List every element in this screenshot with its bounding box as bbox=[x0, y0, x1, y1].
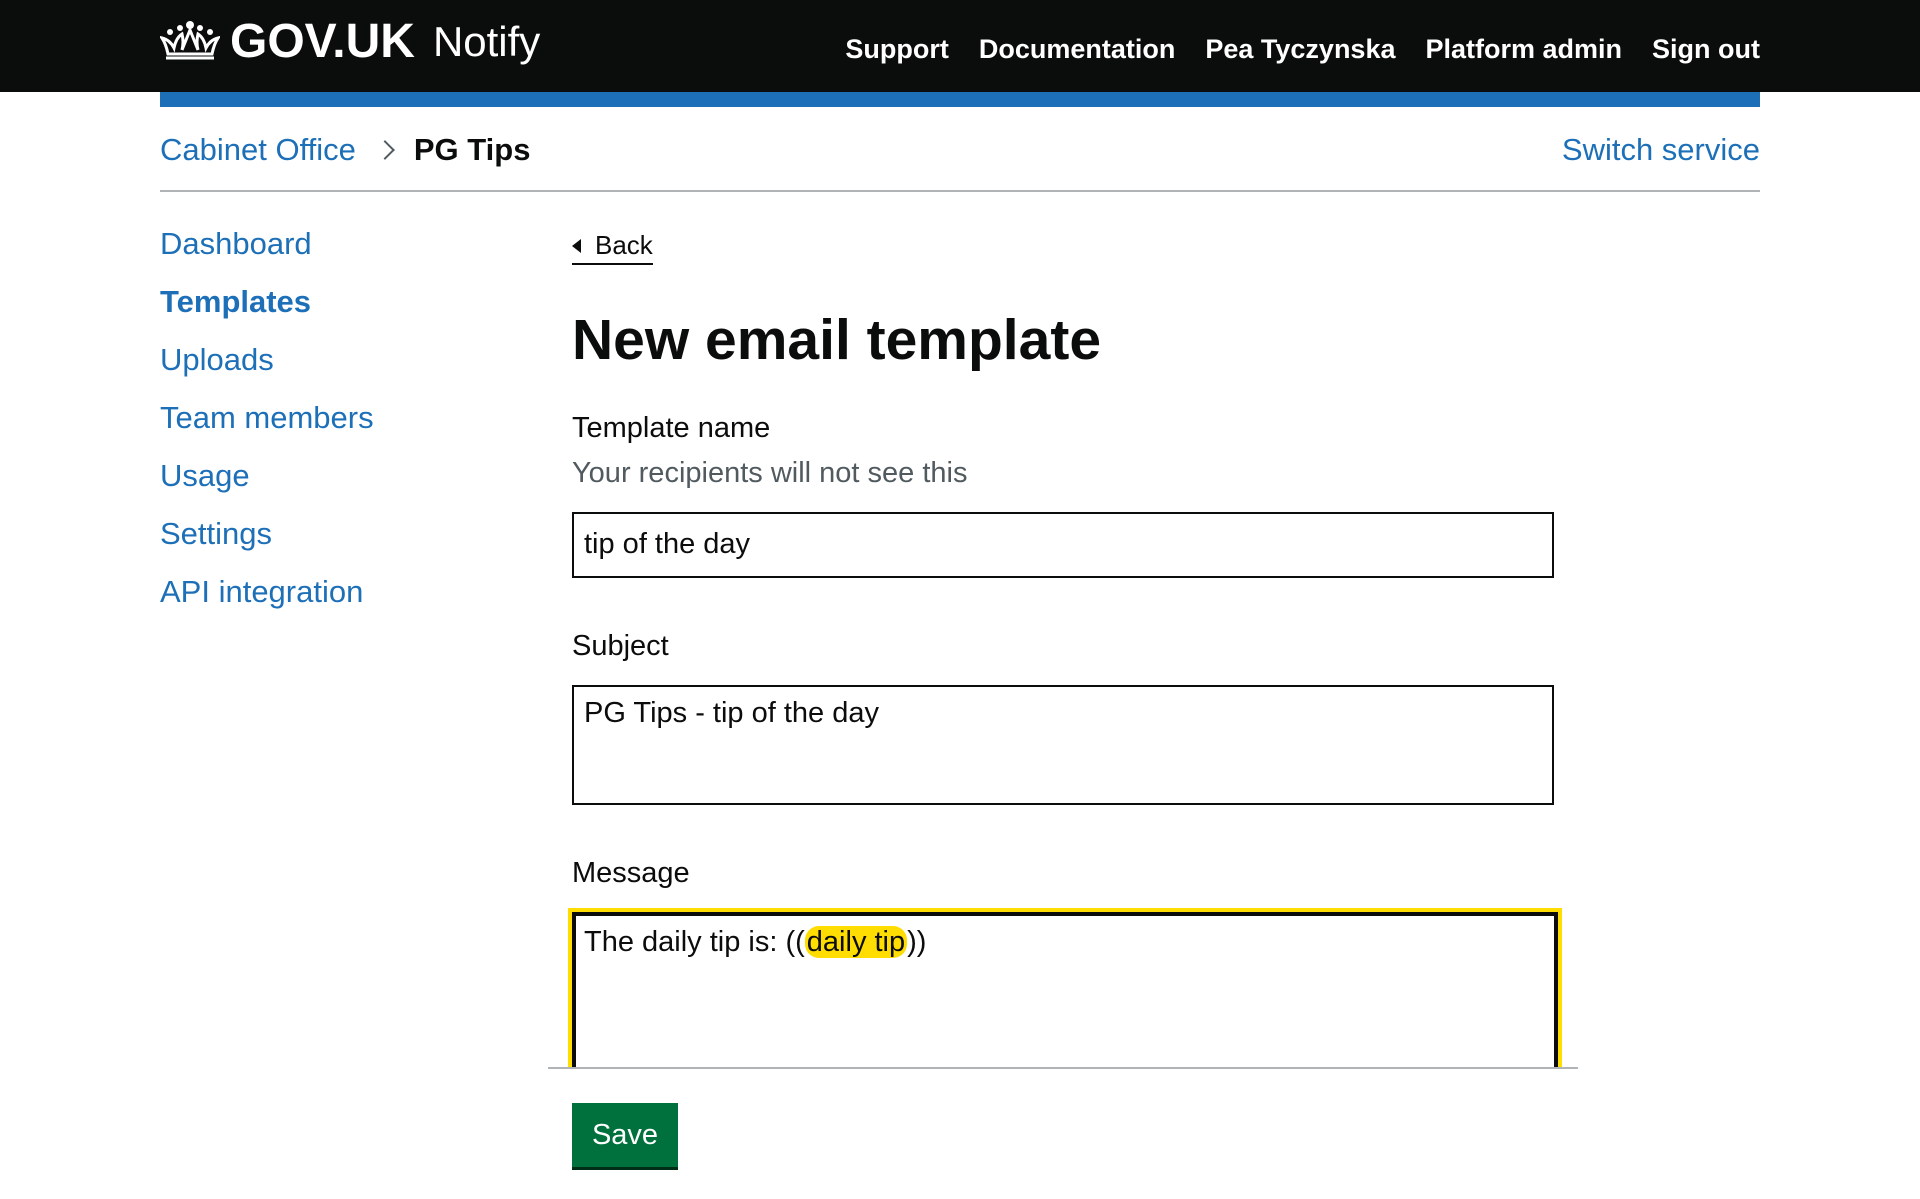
page-title: New email template bbox=[572, 308, 1102, 372]
sidebar-nav: Dashboard Templates Uploads Team members… bbox=[160, 222, 540, 628]
breadcrumb: Cabinet Office PG Tips bbox=[160, 132, 530, 168]
sidebar-item-settings[interactable]: Settings bbox=[160, 512, 540, 570]
sticky-footer: Save bbox=[548, 1067, 1578, 1199]
breadcrumb-organisation-link[interactable]: Cabinet Office bbox=[160, 132, 356, 168]
message-text-prefix: The daily tip is: (( bbox=[584, 925, 805, 958]
message-placeholder-highlight: daily tip bbox=[804, 925, 908, 958]
sidebar-item-dashboard[interactable]: Dashboard bbox=[160, 222, 540, 280]
sidebar-item-templates[interactable]: Templates bbox=[160, 280, 540, 338]
message-textarea[interactable]: The daily tip is: ((daily tip)) bbox=[568, 907, 1562, 1076]
govuk-logo-link[interactable]: GOV.UK Notify bbox=[160, 14, 540, 69]
site-header: GOV.UK Notify Support Documentation Pea … bbox=[0, 0, 1920, 92]
back-link-label: Back bbox=[595, 230, 653, 260]
template-name-hint: Your recipients will not see this bbox=[572, 456, 968, 489]
chevron-right-icon bbox=[374, 140, 395, 160]
nav-documentation-link[interactable]: Documentation bbox=[979, 34, 1176, 65]
nav-sign-out-link[interactable]: Sign out bbox=[1652, 34, 1760, 65]
header-nav: Support Documentation Pea Tyczynska Plat… bbox=[845, 34, 1760, 65]
product-name: Notify bbox=[432, 17, 541, 65]
template-name-input[interactable] bbox=[572, 511, 1554, 578]
subject-textarea[interactable]: PG Tips - tip of the day bbox=[572, 684, 1554, 805]
breadcrumb-service-name: PG Tips bbox=[413, 132, 531, 167]
save-button[interactable]: Save bbox=[572, 1103, 678, 1167]
service-navigation: Cabinet Office PG Tips Switch service bbox=[160, 128, 1760, 192]
nav-support-link[interactable]: Support bbox=[845, 34, 948, 65]
sidebar-item-uploads[interactable]: Uploads bbox=[160, 338, 540, 396]
template-name-label: Template name bbox=[572, 411, 771, 444]
sidebar-item-team-members[interactable]: Team members bbox=[160, 396, 540, 454]
header-blue-bar bbox=[160, 92, 1760, 107]
nav-platform-admin-link[interactable]: Platform admin bbox=[1425, 34, 1622, 65]
sidebar-item-api-integration[interactable]: API integration bbox=[160, 570, 540, 628]
main-content: Back New email template Template name Yo… bbox=[568, 230, 1572, 1076]
back-arrow-icon bbox=[572, 238, 581, 253]
sidebar-item-usage[interactable]: Usage bbox=[160, 454, 540, 512]
nav-user-profile-link[interactable]: Pea Tyczynska bbox=[1205, 34, 1395, 65]
back-link[interactable]: Back bbox=[572, 230, 653, 265]
switch-service-link[interactable]: Switch service bbox=[1562, 132, 1760, 168]
crown-icon bbox=[160, 20, 220, 59]
subject-label: Subject bbox=[572, 629, 669, 662]
message-text-suffix: )) bbox=[907, 925, 927, 958]
logo-text: GOV.UK bbox=[230, 15, 415, 68]
message-label: Message bbox=[572, 856, 690, 889]
